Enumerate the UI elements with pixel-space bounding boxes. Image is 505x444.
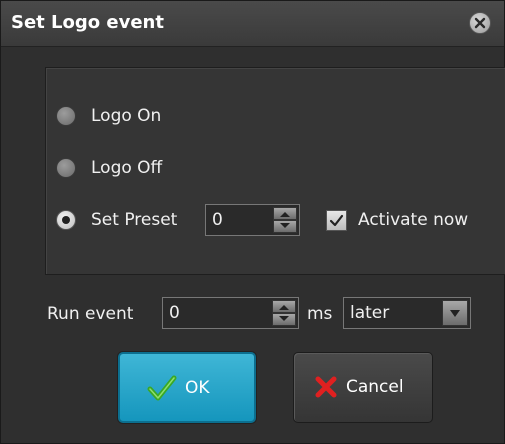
- close-icon: [474, 17, 486, 29]
- ok-button-label: OK: [185, 378, 210, 398]
- delay-spin-buttons[interactable]: [272, 300, 296, 326]
- red-x-icon: [315, 376, 337, 398]
- run-event-delay-spinbox[interactable]: 0: [162, 297, 299, 329]
- ok-button[interactable]: OK: [118, 352, 256, 423]
- logo-off-label[interactable]: Logo Off: [91, 157, 162, 179]
- set-preset-radio[interactable]: [56, 210, 76, 230]
- timing-selected-value: later: [350, 303, 390, 323]
- close-button[interactable]: [469, 12, 491, 34]
- cancel-button[interactable]: Cancel: [293, 352, 433, 423]
- set-preset-label[interactable]: Set Preset: [91, 209, 177, 231]
- logo-on-label[interactable]: Logo On: [91, 105, 161, 127]
- preset-value[interactable]: 0: [212, 209, 223, 231]
- run-event-label: Run event: [47, 304, 134, 324]
- chevron-down-icon: [450, 310, 460, 317]
- set-logo-event-dialog: Set Logo event Logo On Logo Off Set Pres…: [0, 0, 505, 444]
- preset-spinbox[interactable]: 0: [205, 204, 300, 236]
- spin-arrows-icon: [280, 212, 290, 228]
- timing-select[interactable]: later: [343, 297, 471, 329]
- title-bar[interactable]: Set Logo event: [1, 1, 504, 47]
- preset-spin-buttons[interactable]: [273, 207, 297, 233]
- activate-now-label[interactable]: Activate now: [358, 209, 468, 231]
- checkmark-small-icon: [329, 214, 344, 227]
- run-event-delay-value[interactable]: 0: [169, 302, 180, 324]
- timing-dropdown-button[interactable]: [442, 300, 468, 326]
- logo-on-radio[interactable]: [56, 106, 76, 126]
- spin-arrows-icon: [279, 305, 289, 321]
- activate-now-checkbox[interactable]: [326, 210, 347, 231]
- dialog-title: Set Logo event: [11, 12, 164, 33]
- logo-off-radio[interactable]: [56, 158, 76, 178]
- cancel-button-label: Cancel: [346, 377, 404, 397]
- checkmark-icon: [147, 375, 177, 401]
- ms-unit-label: ms: [307, 304, 333, 324]
